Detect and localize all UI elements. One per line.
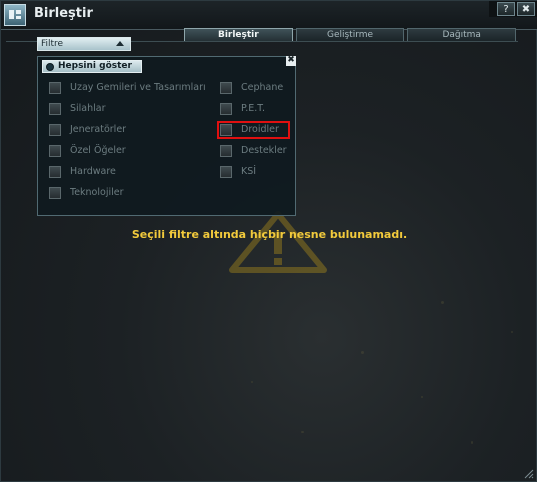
- radio-dot-icon: [46, 63, 54, 71]
- checkbox[interactable]: [49, 124, 61, 136]
- checkbox[interactable]: [49, 166, 61, 178]
- checkbox[interactable]: [220, 145, 232, 157]
- checkbox[interactable]: [49, 82, 61, 94]
- filter-dropdown[interactable]: Filtre: [37, 37, 131, 51]
- help-button[interactable]: ?: [497, 2, 515, 16]
- tab-bar: Birleştir Geliştirme Dağıtma: [184, 28, 517, 42]
- checkbox[interactable]: [49, 145, 61, 157]
- checkbox[interactable]: [220, 82, 232, 94]
- checkbox[interactable]: [49, 103, 61, 115]
- tab-gelistirme[interactable]: Geliştirme: [295, 28, 405, 42]
- close-filter-panel-button[interactable]: ✖: [286, 56, 296, 66]
- tab-birlestir[interactable]: Birleştir: [184, 28, 293, 42]
- show-all-label: Hepsini göster: [58, 61, 132, 71]
- highlight-box: [217, 121, 290, 139]
- checkbox[interactable]: [49, 187, 61, 199]
- close-window-button[interactable]: ✖: [517, 2, 535, 16]
- tab-dagitma[interactable]: Dağıtma: [407, 28, 517, 42]
- warning-icon: [229, 211, 327, 273]
- checkbox[interactable]: [220, 103, 232, 115]
- title-bar[interactable]: Birleştir: [1, 1, 537, 30]
- window-title: Birleştir: [34, 6, 93, 21]
- resize-grip-icon[interactable]: [522, 467, 534, 479]
- empty-result-message: Seçili filtre altında hiçbir nesne bulun…: [131, 228, 408, 241]
- caret-up-icon: [116, 41, 124, 46]
- show-all-button[interactable]: Hepsini göster: [42, 60, 142, 73]
- craft-window: Birleştir ? ✖ Birleştir Geliştirme Dağıt…: [0, 0, 537, 482]
- checkbox[interactable]: [220, 166, 232, 178]
- filter-label: Filtre: [41, 39, 64, 49]
- craft-app-icon: [4, 4, 26, 26]
